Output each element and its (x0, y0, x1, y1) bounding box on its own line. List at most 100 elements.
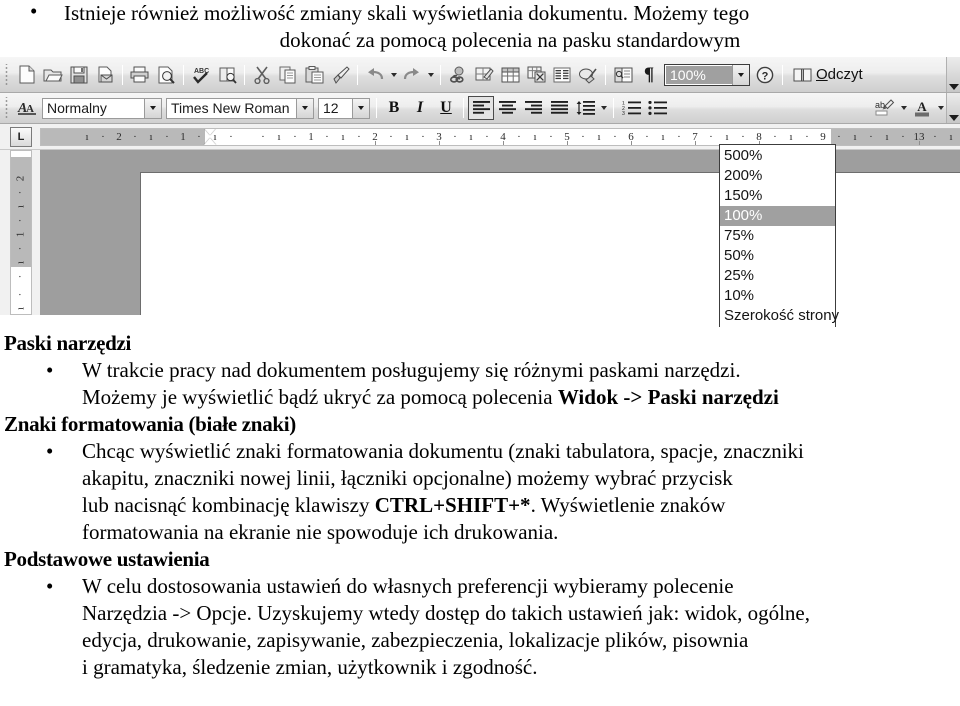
undo-dropdown-arrow[interactable] (388, 63, 399, 87)
ruler-right-margin (831, 129, 960, 145)
heading-znaki-formatowania: Znaki formatowania (białe znaki) (4, 412, 296, 436)
hyperlink-icon[interactable] (445, 63, 471, 87)
document-map-icon[interactable] (610, 63, 636, 87)
paragraph-style-combo[interactable]: Normalny (42, 97, 162, 119)
indent-marker[interactable] (204, 129, 217, 145)
section-znaki-formatowania: Znaki formatowania (białe znaki) • Chcąc… (0, 411, 960, 546)
research-icon[interactable] (214, 63, 240, 87)
toolbar-options-icon[interactable] (946, 57, 960, 92)
paski-line-1: W trakcie pracy nad dokumentem posługuje… (82, 358, 741, 382)
font-color-button[interactable]: A (909, 96, 935, 120)
open-folder-icon[interactable] (40, 63, 66, 87)
bullet-marker: • (30, 0, 38, 23)
line-spacing-button[interactable] (572, 96, 598, 120)
new-document-icon[interactable] (14, 63, 40, 87)
toolbar-options-icon[interactable] (946, 93, 960, 123)
align-center-button[interactable] (494, 96, 520, 120)
zoom-option[interactable]: 25% (720, 266, 835, 286)
book-icon (793, 68, 812, 82)
numbered-list-button[interactable]: 123 (618, 96, 644, 120)
document-body-text: Paski narzędzi • W trakcie pracy nad dok… (0, 330, 960, 681)
font-size-combo[interactable]: 12 (318, 97, 370, 119)
zoom-option[interactable]: 10% (720, 286, 835, 306)
columns-icon[interactable] (549, 63, 575, 87)
print-preview-icon[interactable] (153, 63, 179, 87)
zoom-combo[interactable]: 100% (664, 63, 750, 86)
word-application-screenshot: ABC ¶ 100% ? Odczyt A A Normalny Times N… (0, 57, 960, 327)
undo-icon[interactable] (362, 63, 388, 87)
bullet-marker: • (46, 439, 54, 463)
zoom-option[interactable]: 500% (720, 146, 835, 166)
show-formatting-marks-icon[interactable]: ¶ (636, 63, 662, 87)
highlight-color-dropdown-arrow[interactable] (898, 96, 909, 120)
znaki-line-3-c: . Wyświetlenie znaków (530, 493, 726, 517)
copy-icon[interactable] (275, 63, 301, 87)
toolbar-separator (122, 64, 123, 85)
formatting-toolbar: A A Normalny Times New Roman 12 B I U 1 … (0, 93, 960, 124)
paragraph-style-dropdown-arrow[interactable] (144, 98, 161, 118)
zoom-option[interactable]: Szerokość tekstu (720, 326, 835, 327)
font-size-value: 12 (323, 100, 339, 116)
bullet-marker: • (46, 574, 54, 598)
font-name-combo[interactable]: Times New Roman (166, 97, 314, 119)
read-button[interactable]: Odczyt (787, 63, 869, 87)
redo-icon[interactable] (399, 63, 425, 87)
bold-button[interactable]: B (381, 96, 407, 120)
italic-glyph: I (416, 99, 424, 116)
zoom-option[interactable]: 150% (720, 186, 835, 206)
insert-excel-sheet-icon[interactable] (523, 63, 549, 87)
spellcheck-icon[interactable]: ABC (188, 63, 214, 87)
font-name-value: Times New Roman (171, 100, 290, 116)
font-name-dropdown-arrow[interactable] (296, 98, 313, 118)
heading-podstawowe-ustawienia: Podstawowe ustawienia (4, 547, 210, 571)
font-color-dropdown-arrow[interactable] (935, 96, 946, 120)
tab-stop-selector[interactable]: L (10, 127, 32, 147)
print-icon[interactable] (127, 63, 153, 87)
align-left-button[interactable] (468, 96, 494, 120)
tables-and-borders-icon[interactable] (471, 63, 497, 87)
document-page[interactable] (140, 172, 960, 315)
mail-recipient-icon[interactable] (92, 63, 118, 87)
toolbar-separator (613, 98, 614, 118)
underline-glyph: U (440, 99, 452, 116)
save-icon[interactable] (66, 63, 92, 87)
canvas-right-gutter (32, 150, 40, 315)
ustawienia-line-1: W celu dostosowania ustawień do własnych… (82, 574, 734, 598)
align-right-button[interactable] (520, 96, 546, 120)
font-size-dropdown-arrow[interactable] (352, 98, 369, 118)
cut-scissors-icon[interactable] (249, 63, 275, 87)
section-paski-narzedzi: Paski narzędzi • W trakcie pracy nad dok… (0, 330, 960, 411)
znaki-line-3-a: lub nacisnąć kombinację klawiszy (82, 493, 375, 517)
zoom-option[interactable]: 200% (720, 166, 835, 186)
svg-text:?: ? (762, 70, 769, 82)
paste-icon[interactable] (301, 63, 327, 87)
read-button-label-rest: dczyt (827, 66, 863, 83)
redo-dropdown-arrow[interactable] (425, 63, 436, 87)
toolbar-separator (357, 64, 358, 85)
help-icon[interactable]: ? (752, 63, 778, 87)
vertical-ruler[interactable]: 2 · ı · 1 · ı · · ı (10, 150, 32, 315)
format-painter-icon[interactable] (327, 63, 353, 87)
drawing-icon[interactable] (575, 63, 601, 87)
zoom-dropdown-list[interactable]: 500% 200% 150% 100% 75% 50% 25% 10% Szer… (719, 144, 839, 327)
zoom-option-selected[interactable]: 100% (720, 206, 835, 226)
toolbar-separator (183, 64, 184, 85)
highlight-color-button[interactable]: ab (872, 96, 898, 120)
zoom-option[interactable]: Szerokość strony (720, 306, 839, 326)
italic-button[interactable]: I (407, 96, 433, 120)
standard-toolbar: ABC ¶ 100% ? Odczyt (0, 57, 960, 93)
svg-text:A: A (26, 103, 34, 115)
toolbar-grip-handle[interactable] (4, 97, 11, 119)
styles-and-formatting-icon[interactable]: A A (14, 96, 40, 120)
line-spacing-dropdown-arrow[interactable] (598, 96, 609, 120)
toolbar-grip-handle[interactable] (4, 63, 11, 86)
underline-button[interactable]: U (433, 96, 459, 120)
bulleted-list-button[interactable] (644, 96, 670, 120)
paski-line-2: Możemy je wyświetlić bądź ukryć za pomoc… (82, 384, 954, 411)
svg-text:3: 3 (622, 111, 625, 115)
zoom-option[interactable]: 75% (720, 226, 835, 246)
zoom-combo-dropdown-arrow[interactable] (732, 64, 749, 85)
zoom-option[interactable]: 50% (720, 246, 835, 266)
align-justify-button[interactable] (546, 96, 572, 120)
insert-table-icon[interactable] (497, 63, 523, 87)
